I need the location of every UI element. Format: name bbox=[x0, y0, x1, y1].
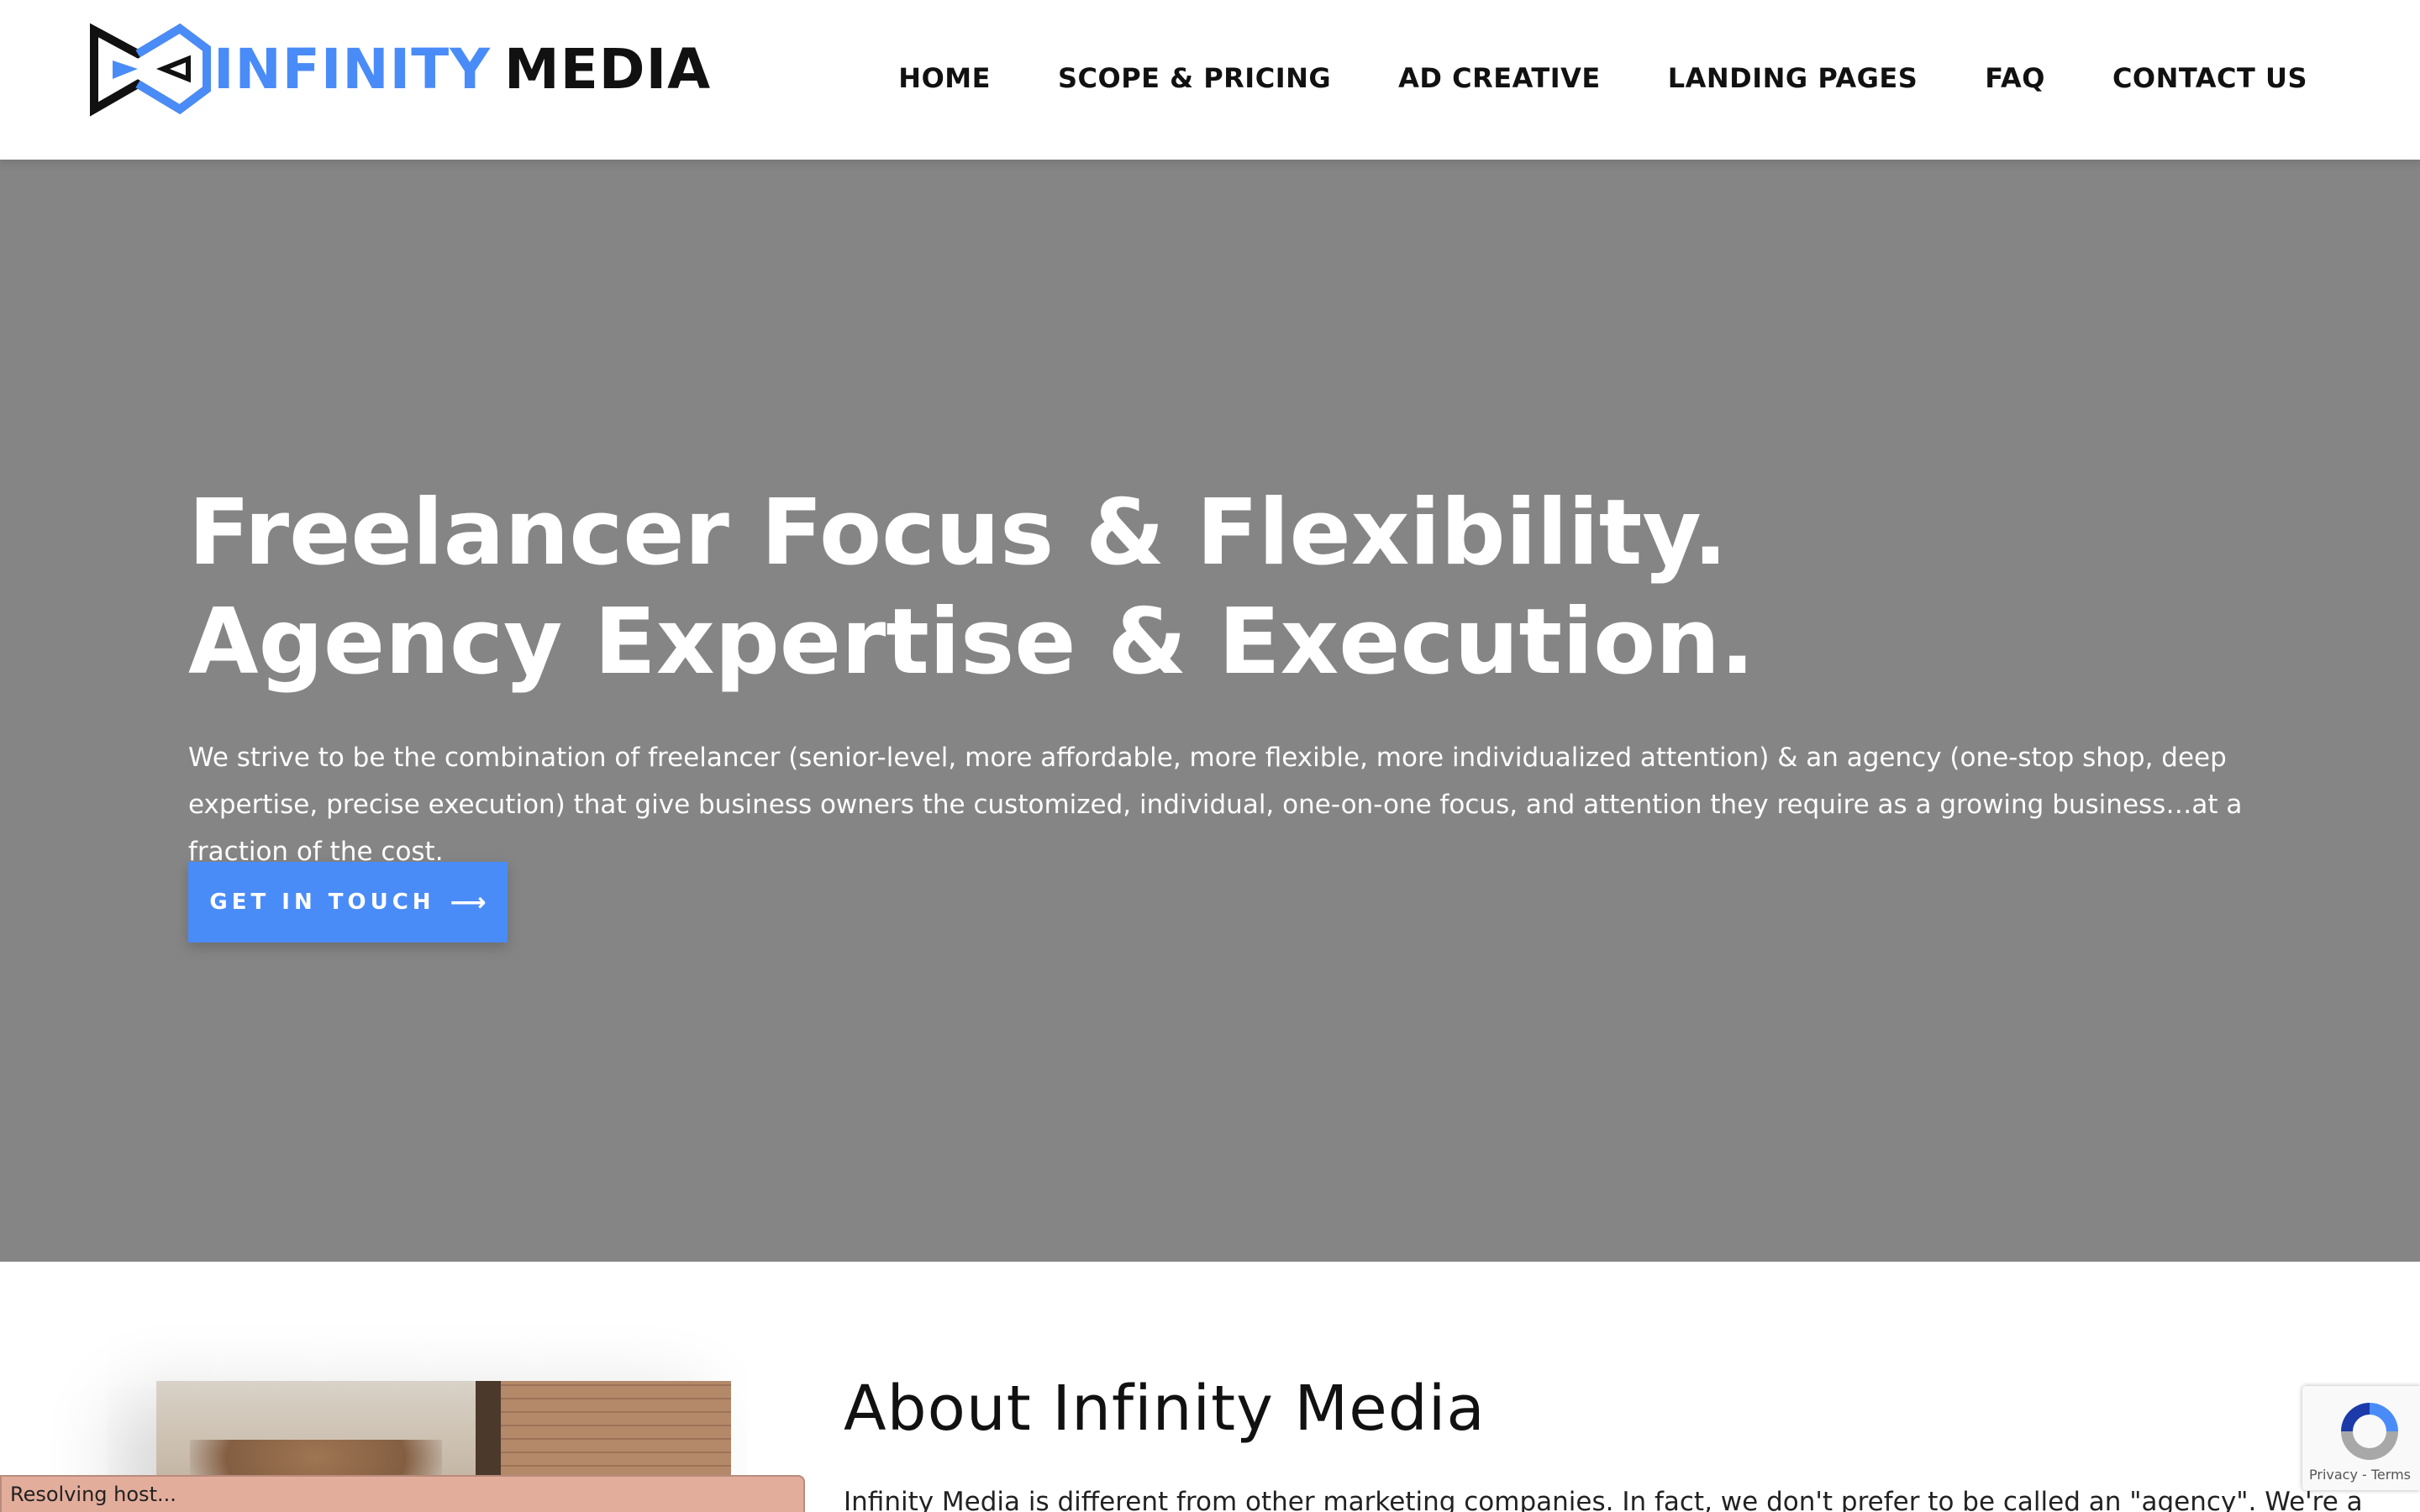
about-title: About Infinity Media bbox=[844, 1373, 1486, 1445]
get-in-touch-button[interactable]: GET IN TOUCH ⟶ bbox=[188, 862, 508, 942]
infinity-logo-icon bbox=[90, 23, 211, 117]
hero-title: Freelancer Focus & Flexibility. Agency E… bbox=[188, 479, 1754, 697]
site-logo[interactable]: INFINITY MEDIA bbox=[87, 18, 711, 119]
logo-word-media: MEDIA bbox=[504, 36, 712, 102]
main-nav: HOME SCOPE & PRICING AD CREATIVE LANDING… bbox=[898, 62, 2307, 94]
hero-title-line-1: Freelancer Focus & Flexibility. bbox=[188, 480, 1728, 585]
recaptcha-icon bbox=[2341, 1403, 2398, 1460]
get-in-touch-label: GET IN TOUCH bbox=[209, 890, 435, 915]
nav-ad-creative[interactable]: AD CREATIVE bbox=[1398, 62, 1601, 94]
logo-word-infinity: INFINITY bbox=[213, 36, 492, 102]
hero-section: Freelancer Focus & Flexibility. Agency E… bbox=[0, 160, 2420, 1262]
recaptcha-badge[interactable]: Privacy - Terms bbox=[2302, 1386, 2420, 1490]
arrow-right-icon: ⟶ bbox=[450, 887, 487, 917]
hero-title-line-2: Agency Expertise & Execution. bbox=[188, 590, 1755, 695]
nav-contact-us[interactable]: CONTACT US bbox=[2112, 62, 2307, 94]
site-header: INFINITY MEDIA HOME SCOPE & PRICING AD CR… bbox=[0, 0, 2420, 160]
recaptcha-links[interactable]: Privacy - Terms bbox=[2309, 1467, 2411, 1483]
hero-description: We strive to be the combination of freel… bbox=[188, 743, 2243, 867]
nav-home[interactable]: HOME bbox=[898, 62, 991, 94]
nav-faq[interactable]: FAQ bbox=[1985, 62, 2045, 94]
nav-landing-pages[interactable]: LANDING PAGES bbox=[1668, 62, 1918, 94]
logo-wordmark: INFINITY MEDIA bbox=[213, 37, 711, 102]
nav-scope-pricing[interactable]: SCOPE & PRICING bbox=[1058, 62, 1331, 94]
browser-status-bar: Resolving host... bbox=[0, 1475, 805, 1512]
about-text: Infinity Media is different from other m… bbox=[844, 1487, 2363, 1512]
